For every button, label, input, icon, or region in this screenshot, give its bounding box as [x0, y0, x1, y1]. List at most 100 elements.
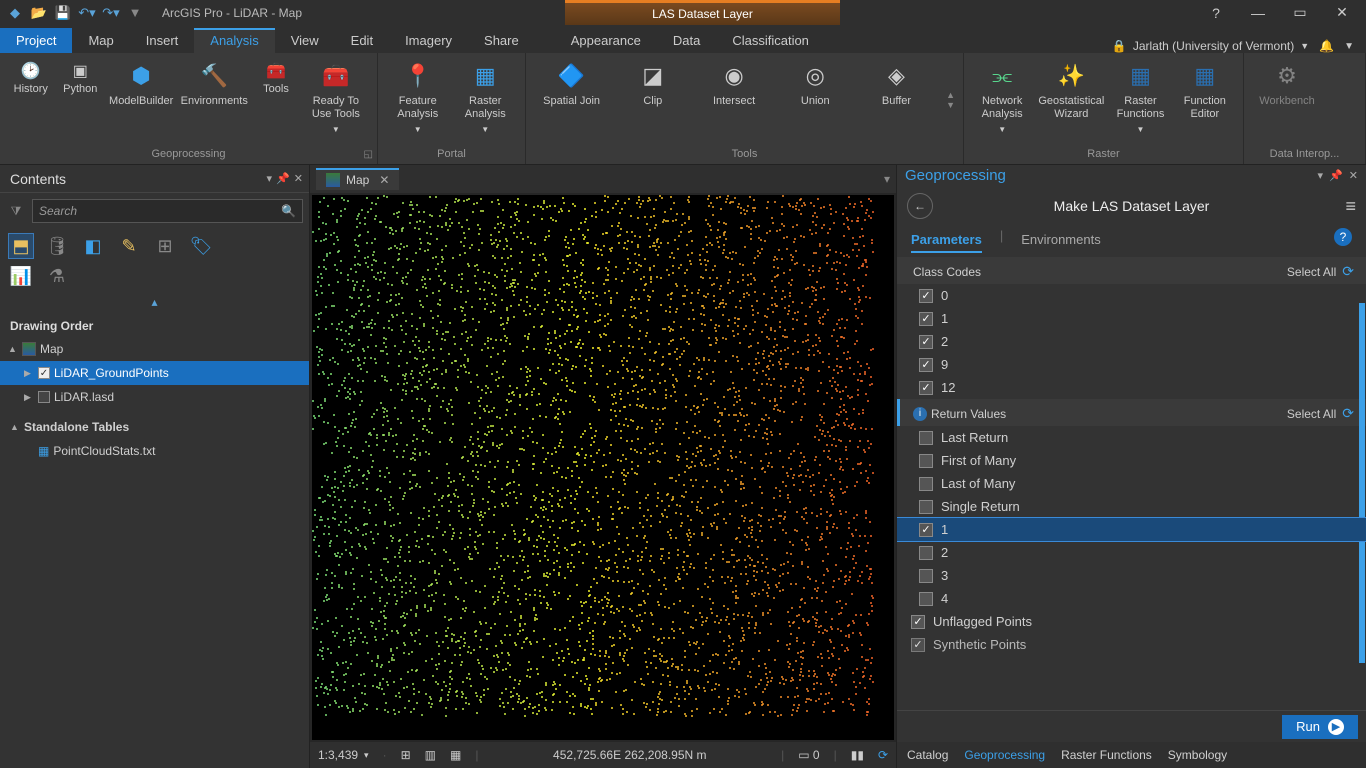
autohide-icon[interactable]: ▾	[267, 172, 273, 185]
subtab-parameters[interactable]: Parameters	[911, 228, 982, 253]
standalone-tables[interactable]: ▲ Standalone Tables	[0, 415, 309, 439]
checkbox[interactable]	[919, 477, 933, 491]
save-icon[interactable]: 💾	[54, 4, 72, 22]
checkbox[interactable]	[919, 381, 933, 395]
ribbon-collapse-icon[interactable]: ▼	[1344, 41, 1354, 52]
chk-return-4[interactable]: 4	[897, 587, 1366, 610]
tab-appearance[interactable]: Appearance	[555, 28, 657, 53]
help-button[interactable]: ?	[1196, 0, 1236, 25]
tab-map[interactable]: Map	[72, 28, 129, 53]
feature-analysis-button[interactable]: 📍Feature Analysis▼	[386, 57, 450, 138]
intersect-button[interactable]: ◉Intersect	[702, 57, 765, 110]
map-canvas[interactable]	[312, 195, 894, 740]
checkbox[interactable]	[911, 638, 925, 652]
clip-button[interactable]: ◪Clip	[621, 57, 684, 110]
snap-icon[interactable]: ▥	[425, 748, 436, 762]
search-icon[interactable]: 🔍	[281, 204, 296, 218]
bottom-tab-rasterfn[interactable]: Raster Functions	[1061, 748, 1152, 762]
close-panel-icon[interactable]: ✕	[1349, 169, 1358, 182]
chk-unflagged[interactable]: Unflagged Points	[897, 610, 1366, 633]
chk-return-last-of-many[interactable]: Last of Many	[897, 472, 1366, 495]
checkbox[interactable]	[919, 569, 933, 583]
list-by-snapping-icon[interactable]: ⊞	[152, 233, 178, 259]
close-panel-icon[interactable]: ✕	[294, 172, 303, 185]
checkbox[interactable]	[911, 615, 925, 629]
qat-more-icon[interactable]: ▼	[126, 4, 144, 22]
grid2-icon[interactable]: ▦	[450, 748, 461, 762]
chk-class-9[interactable]: 9	[897, 353, 1366, 376]
open-icon[interactable]: 📂	[30, 4, 48, 22]
select-all[interactable]: Select All	[1287, 407, 1336, 421]
scale[interactable]: 1:3,439 ▾	[318, 748, 369, 762]
environments-button[interactable]: 🔨Environments	[179, 57, 249, 110]
tools-button[interactable]: 🧰Tools	[253, 57, 299, 98]
selection-icon[interactable]: ▭ 0	[798, 748, 819, 762]
close-tab-icon[interactable]: ✕	[379, 173, 389, 187]
chk-class-12[interactable]: 12	[897, 376, 1366, 399]
checkbox[interactable]	[919, 592, 933, 606]
select-all[interactable]: Select All	[1287, 265, 1336, 279]
network-analysis-button[interactable]: ⫘Network Analysis▼	[972, 57, 1032, 138]
chk-return-last-return[interactable]: Last Return	[897, 426, 1366, 449]
refresh-icon[interactable]: ⟳	[878, 748, 888, 762]
subtab-environments[interactable]: Environments	[1021, 228, 1100, 253]
pin-icon[interactable]: 📌	[276, 172, 290, 185]
tri-icon[interactable]: ▶	[24, 392, 34, 403]
bottom-tab-geoprocessing[interactable]: Geoprocessing	[964, 748, 1045, 762]
refresh-icon[interactable]: ⟳	[1342, 405, 1354, 421]
pause-icon[interactable]: ▮▮	[851, 748, 864, 762]
tree-map[interactable]: ▲ Map	[0, 337, 309, 361]
checkbox[interactable]	[919, 431, 933, 445]
bottom-tab-symbology[interactable]: Symbology	[1168, 748, 1227, 762]
filter-icon[interactable]: ⧩	[6, 204, 26, 219]
list-by-editing-icon[interactable]: ✎	[116, 233, 142, 259]
ready-tools-button[interactable]: 🧰Ready To Use Tools▼	[303, 57, 369, 138]
bottom-tab-catalog[interactable]: Catalog	[907, 748, 948, 762]
collapse-bar-icon[interactable]: ▴	[0, 293, 309, 311]
checkbox[interactable]: ✓	[38, 367, 50, 379]
list-by-selection-icon[interactable]: ◧	[80, 233, 106, 259]
chk-class-2[interactable]: 2	[897, 330, 1366, 353]
bell-icon[interactable]: 🔔	[1319, 39, 1334, 53]
tri-icon[interactable]: ▶	[24, 368, 34, 379]
map-tab[interactable]: Map ✕	[316, 168, 399, 190]
chk-return-3[interactable]: 3	[897, 564, 1366, 587]
launcher-icon[interactable]: ◱	[364, 149, 373, 160]
user-label[interactable]: 🔒 Jarlath (University of Vermont) ▼	[1112, 39, 1309, 53]
close-button[interactable]: ✕	[1322, 0, 1362, 25]
raster-analysis-button[interactable]: ▦Raster Analysis▼	[454, 57, 518, 138]
history-button[interactable]: 🕑History	[8, 57, 54, 98]
raster-functions-button[interactable]: ▦Raster Functions▼	[1110, 57, 1170, 138]
spatial-join-button[interactable]: 🔷Spatial Join	[540, 57, 603, 110]
function-editor-button[interactable]: ▦Function Editor	[1175, 57, 1235, 123]
tab-edit[interactable]: Edit	[335, 28, 389, 53]
maximize-button[interactable]: ▭	[1280, 0, 1320, 25]
checkbox[interactable]	[919, 312, 933, 326]
chk-return-1[interactable]: 1	[897, 518, 1366, 541]
tab-insert[interactable]: Insert	[130, 28, 195, 53]
refresh-icon[interactable]: ⟳	[1342, 263, 1354, 279]
buffer-button[interactable]: ◈Buffer	[865, 57, 928, 110]
grid-icon[interactable]: ⊞	[401, 748, 411, 762]
geostatistical-button[interactable]: ✨Geostatistical Wizard	[1036, 57, 1106, 123]
list-by-source-icon[interactable]: 🛢	[44, 233, 70, 259]
chk-return-single-return[interactable]: Single Return	[897, 495, 1366, 518]
chk-return-2[interactable]: 2	[897, 541, 1366, 564]
tab-view[interactable]: View	[275, 28, 335, 53]
redo-icon[interactable]: ↷▾	[102, 4, 120, 22]
menu-icon[interactable]: ≡	[1345, 196, 1356, 217]
chk-synthetic[interactable]: Synthetic Points	[897, 633, 1366, 656]
workbench-button[interactable]: ⚙Workbench	[1252, 57, 1322, 110]
autohide-icon[interactable]: ▾	[1318, 169, 1324, 182]
checkbox[interactable]	[38, 391, 50, 403]
run-button[interactable]: Run ▶	[1282, 715, 1358, 739]
union-button[interactable]: ◎Union	[784, 57, 847, 110]
table-pointcloudstats[interactable]: ▦ PointCloudStats.txt	[0, 439, 309, 463]
tab-classification[interactable]: Classification	[716, 28, 825, 53]
python-button[interactable]: ▣Python	[58, 57, 104, 98]
tri-icon[interactable]: ▲	[8, 344, 18, 354]
checkbox[interactable]	[919, 523, 933, 537]
tab-project[interactable]: Project	[0, 28, 72, 53]
tab-imagery[interactable]: Imagery	[389, 28, 468, 53]
chart-icon[interactable]: 📊	[8, 263, 34, 289]
